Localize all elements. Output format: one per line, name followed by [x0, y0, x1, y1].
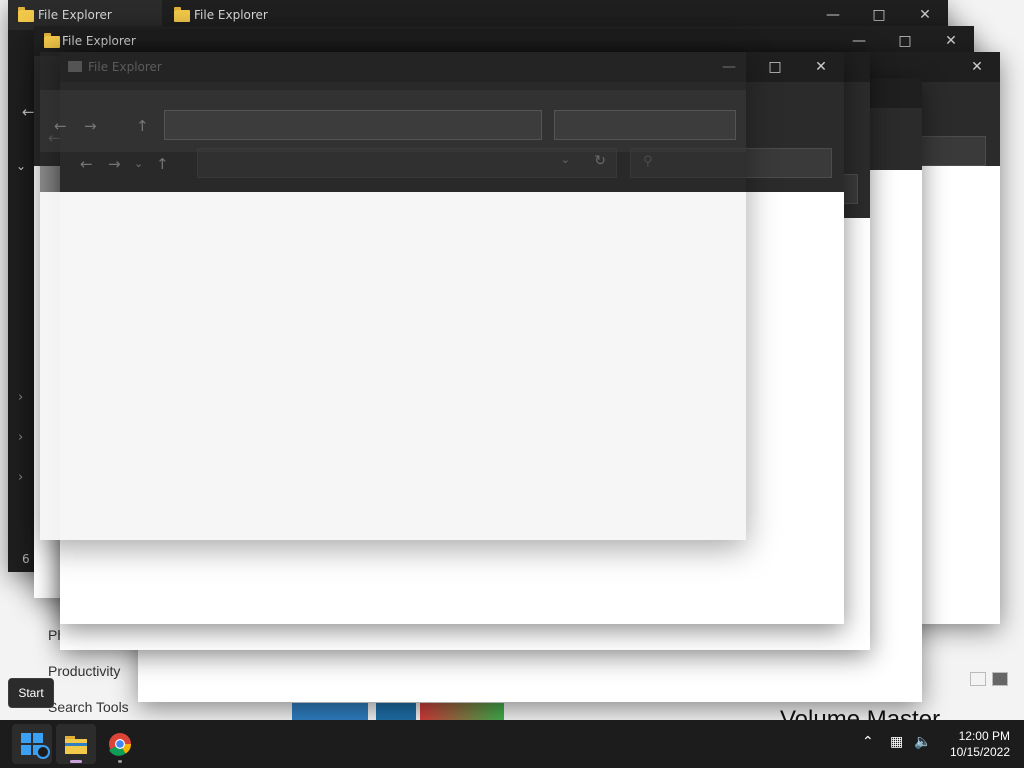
clock-date: 10/15/2022	[949, 745, 1010, 759]
ghost-search-box	[554, 110, 736, 140]
volume-icon[interactable]: 🔈	[914, 734, 931, 750]
store-nav-productivity[interactable]: Productivity	[48, 663, 120, 679]
ghost-content	[40, 192, 746, 540]
tree-expand-icon[interactable]: ›	[18, 428, 23, 448]
maximize-button[interactable]: □	[752, 52, 798, 82]
details-view-icon[interactable]	[970, 672, 986, 686]
app-thumbnail[interactable]	[420, 703, 504, 720]
folder-icon	[174, 7, 190, 22]
network-icon[interactable]: ▦	[890, 734, 903, 750]
start-button[interactable]	[12, 724, 52, 764]
store-nav-search-tools[interactable]: Search Tools	[48, 699, 129, 715]
taskbar-clock[interactable]: 12:00 PM 10/15/2022	[940, 728, 1010, 760]
show-hidden-icons-chevron-icon[interactable]: ⌃	[862, 734, 874, 750]
clock-time: 12:00 PM	[958, 729, 1010, 743]
tree-expand-icon[interactable]: ›	[18, 388, 23, 408]
close-button[interactable]: ✕	[954, 52, 1000, 82]
tree-expand-icon[interactable]: ›	[18, 468, 23, 488]
up-arrow-icon: ↑	[136, 117, 149, 135]
taskbar-chrome[interactable]	[100, 724, 140, 764]
close-button[interactable]: ✕	[798, 52, 844, 82]
app-thumbnail[interactable]	[376, 703, 416, 720]
back-arrow-icon[interactable]: ←	[22, 102, 35, 122]
tiles-view-icon[interactable]	[992, 672, 1008, 686]
windows-logo-icon	[21, 733, 50, 759]
chevron-down-icon[interactable]: ⌄	[16, 156, 26, 176]
start-tooltip: Start	[8, 678, 54, 708]
back-arrow-icon: ←	[54, 117, 67, 135]
folder-icon	[65, 736, 87, 763]
animating-window-ghost: ← → ↑	[40, 52, 746, 540]
chrome-icon	[109, 733, 131, 763]
folder-icon	[44, 33, 60, 48]
app-thumbnail[interactable]	[292, 703, 368, 720]
folder-icon	[18, 7, 34, 22]
ghost-address-bar	[164, 110, 542, 140]
forward-arrow-icon: →	[84, 117, 97, 135]
taskbar-file-explorer[interactable]	[56, 724, 96, 764]
